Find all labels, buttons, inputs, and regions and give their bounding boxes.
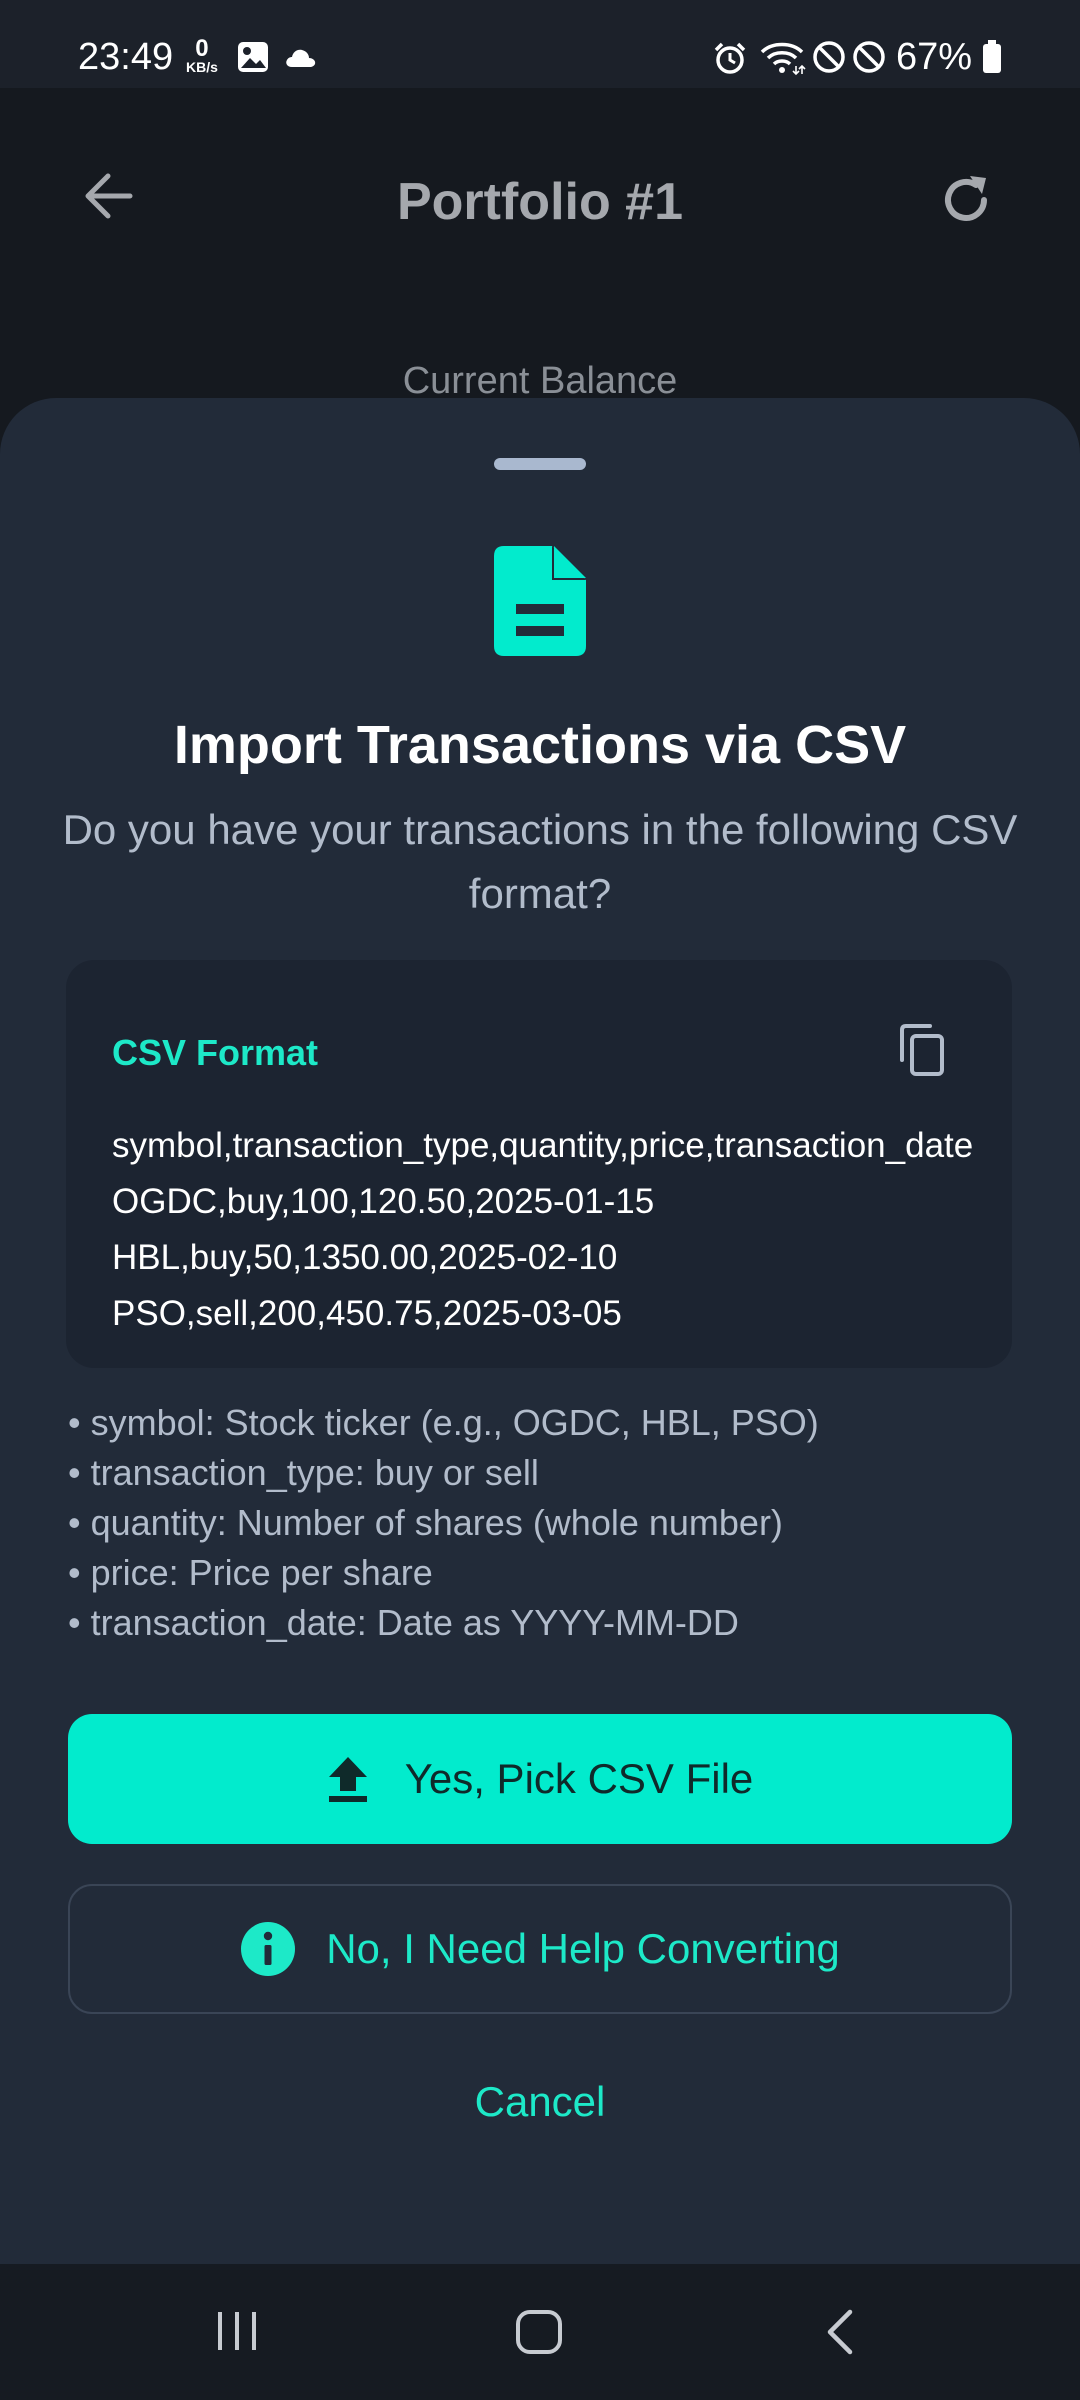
help-converting-button[interactable]: No, I Need Help Converting	[68, 1884, 1012, 2014]
screen: 23:49 0 KB/s 67% Portfolio #1 Current Ba…	[0, 0, 1080, 2400]
network-speed: 0 KB/s	[186, 35, 218, 75]
drag-handle[interactable]	[494, 458, 586, 470]
document-icon	[494, 546, 586, 656]
field-description-list: • symbol: Stock ticker (e.g., OGDC, HBL,…	[68, 1398, 1028, 1648]
csv-sample-line: OGDC,buy,100,120.50,2025-01-15	[112, 1182, 655, 1221]
copy-icon[interactable]	[898, 1024, 946, 1076]
field-description-item: • symbol: Stock ticker (e.g., OGDC, HBL,…	[68, 1402, 819, 1443]
home-icon[interactable]	[514, 2308, 566, 2356]
pick-csv-file-button[interactable]: Yes, Pick CSV File	[68, 1714, 1012, 1844]
dnd-icon	[813, 41, 845, 73]
status-bar: 23:49 0 KB/s 67%	[0, 0, 1080, 88]
refresh-icon[interactable]	[936, 170, 996, 230]
back-nav-icon[interactable]	[822, 2308, 858, 2356]
csv-sample-line: HBL,buy,50,1350.00,2025-02-10	[112, 1238, 618, 1277]
pick-csv-file-label: Yes, Pick CSV File	[404, 1755, 754, 1802]
field-description-item: • transaction_type: buy or sell	[68, 1452, 539, 1493]
csv-sample-line: PSO,sell,200,450.75,2025-03-05	[112, 1294, 622, 1333]
block-icon	[853, 41, 885, 73]
status-time: 23:49	[78, 36, 174, 78]
battery-icon	[983, 40, 1001, 73]
sheet-subtitle: Do you have your transactions in the fol…	[62, 806, 1018, 917]
wifi-icon	[760, 42, 806, 76]
csv-format-title: CSV Format	[112, 1032, 319, 1073]
help-converting-label: No, I Need Help Converting	[326, 1925, 840, 1972]
battery-level: 67%	[896, 36, 973, 78]
field-description-item: • price: Price per share	[68, 1552, 433, 1593]
csv-header-line: symbol,transaction_type,quantity,price,t…	[112, 1126, 974, 1165]
alarm-icon	[714, 42, 746, 74]
info-icon	[241, 1922, 296, 1976]
network-speed-value: 0	[195, 35, 209, 62]
sheet-title: Import Transactions via CSV	[173, 715, 907, 775]
app-bar	[0, 88, 1080, 400]
network-speed-unit: KB/s	[186, 59, 218, 75]
recent-apps-icon[interactable]	[212, 2308, 262, 2354]
cloud-icon	[286, 49, 316, 67]
upload-icon	[328, 1757, 367, 1802]
csv-sample-lines: symbol,transaction_type,quantity,price,t…	[112, 1118, 992, 1342]
field-description-item: • quantity: Number of shares (whole numb…	[68, 1502, 783, 1543]
gallery-icon	[238, 42, 268, 72]
navigation-bar	[0, 2264, 1080, 2400]
current-balance-label: Current Balance	[402, 360, 678, 402]
page-title: Portfolio #1	[396, 173, 684, 231]
csv-format-card: CSV Format symbol,transaction_type,quant…	[66, 960, 1012, 1368]
import-csv-sheet: Import Transactions via CSV Do you have …	[0, 398, 1080, 2264]
field-description-item: • transaction_date: Date as YYYY-MM-DD	[68, 1602, 739, 1643]
cancel-button[interactable]: Cancel	[0, 2078, 1080, 2126]
